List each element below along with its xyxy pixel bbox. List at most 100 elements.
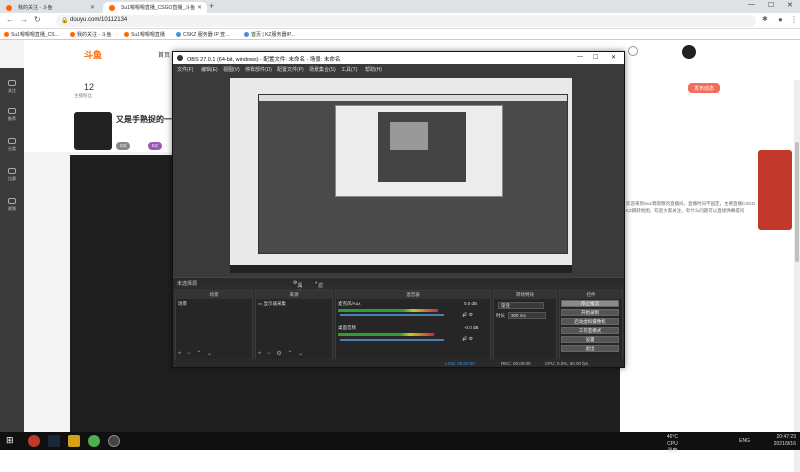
preview-area[interactable]: [173, 73, 624, 277]
exit-button[interactable]: 退出: [561, 345, 619, 352]
forward-icon[interactable]: →: [20, 15, 28, 24]
douyu-favicon-icon: [6, 5, 12, 11]
source-toolbar: 未选择源 ⚙ 属性 ◐ 滤镜: [173, 277, 624, 296]
windows-taskbar: ⊞ 46°C CPU温度 ENG 20:47:23 2021/9/16: [0, 432, 800, 454]
lock-icon: 🔒: [61, 18, 69, 24]
volume-slider[interactable]: [340, 339, 444, 341]
scene-controls[interactable]: + − ⌃ ⌄: [178, 350, 214, 357]
speaker-icon[interactable]: 🔊 ⚙: [462, 336, 473, 342]
mixer-panel: 混音器 麦克风/Aux 0.0 dB 🔊 ⚙ 桌面音频 -0.0 dB 🔊 ⚙: [335, 290, 491, 360]
language-indicator[interactable]: ENG: [739, 438, 750, 445]
search-icon[interactable]: [628, 46, 638, 56]
filters-button[interactable]: ◐ 滤镜: [315, 280, 323, 296]
live-timer: LIVE: 00:00:00: [445, 361, 475, 366]
bookmark-item[interactable]: 首页 | KZ服务器IP...: [244, 31, 295, 38]
source-item[interactable]: ▭ 显示器采集: [258, 301, 286, 307]
app-icon-yellow[interactable]: [68, 435, 80, 447]
reload-icon[interactable]: ↻: [34, 15, 41, 24]
menu-docks[interactable]: 停靠部件(D): [245, 66, 272, 73]
audio-meter: [338, 333, 434, 336]
tab-label: Su1嗯嗯嗯直播_CSGO直播_斗鱼: [121, 5, 196, 11]
panel-header: 转场特效: [494, 291, 556, 299]
scene-item[interactable]: 场景: [178, 301, 187, 307]
back-icon[interactable]: ←: [6, 15, 14, 24]
obs-titlebar: OBS 27.0.1 (64-bit, windows) - 配置文件: 未命名…: [173, 52, 624, 64]
menu-help[interactable]: 帮助(H): [365, 66, 382, 73]
promo-banner[interactable]: [758, 150, 792, 230]
minimize-icon[interactable]: —: [748, 1, 755, 8]
sidebar-item-match[interactable]: 比赛: [2, 168, 22, 182]
tab-my-follow[interactable]: 我的关注 - 斗鱼 ✕: [0, 2, 100, 13]
mixer-channel-db: 0.0 dB: [464, 301, 478, 306]
minimize-icon[interactable]: —: [577, 54, 583, 60]
douyu-favicon-icon: [109, 5, 115, 11]
stop-streaming-button[interactable]: 停止推流: [561, 300, 619, 307]
studio-mode-button[interactable]: 工作室模式: [561, 327, 619, 334]
bookmark-item[interactable]: CSKZ 服务器 IP 查...: [176, 31, 229, 38]
tab-stream-room[interactable]: Su1嗯嗯嗯直播_CSGO直播_斗鱼 ✕: [103, 2, 207, 13]
new-tab-icon[interactable]: +: [209, 1, 214, 11]
obs-taskbar-icon[interactable]: [108, 435, 120, 447]
menu-scene-collection[interactable]: 场景集合(S): [309, 66, 336, 73]
steam-icon[interactable]: [48, 435, 60, 447]
audio-meter: [338, 309, 438, 312]
preview-canvas: [230, 78, 572, 273]
close-tab-icon[interactable]: ✕: [197, 4, 202, 11]
address-bar[interactable]: 🔒 douyu.com/10112134: [56, 15, 756, 27]
windows-start-icon[interactable]: ⊞: [6, 435, 18, 447]
menu-tools[interactable]: 工具(T): [341, 66, 357, 73]
nested-screen-capture: [258, 94, 568, 254]
bookmark-item[interactable]: 我的关注 - 斗鱼: [70, 31, 111, 38]
menu-file[interactable]: 文件(F): [177, 66, 193, 73]
close-icon[interactable]: ✕: [611, 54, 616, 61]
url-text: douyu.com/10112134: [70, 17, 128, 23]
properties-button[interactable]: ⚙ 属性: [293, 280, 303, 296]
bookmark-item[interactable]: Su1嗯嗯嗯直播: [124, 31, 165, 38]
panel-header: 来源: [256, 291, 332, 299]
site-logo[interactable]: 斗鱼: [84, 48, 102, 61]
sidebar-item-video[interactable]: 视频: [2, 198, 22, 212]
transition-select[interactable]: 渐变: [498, 302, 544, 309]
mixer-channel-db: -0.0 dB: [464, 325, 479, 330]
obs-statusbar: LIVE: 00:00:00 REC: 00:00:00 CPU: 0.0%, …: [173, 359, 624, 367]
bookmark-item[interactable]: Su1嗯嗯嗯直播_CS...: [4, 31, 59, 38]
nav-home[interactable]: 首页: [158, 50, 170, 59]
obs-title-text: OBS 27.0.1 (64-bit, windows) - 配置文件: 未命名…: [187, 57, 341, 63]
duration-input[interactable]: 300 ms: [508, 312, 546, 319]
sidebar-item-recommend[interactable]: 推荐: [2, 108, 22, 122]
sidebar-item-category[interactable]: 分类: [2, 138, 22, 152]
app-icon-netease[interactable]: [28, 435, 40, 447]
obs-window: OBS 27.0.1 (64-bit, windows) - 配置文件: 未命名…: [172, 51, 625, 368]
room-intro: 欢迎来到Su1嗯嗯嗯的直播间，直播时间不固定，主要直播CSGO KZ跳跃地图，欢…: [626, 201, 756, 213]
sources-panel: 来源 ▭ 显示器采集 👁 + − ⚙ ⌃ ⌄: [255, 290, 402, 360]
extensions-icon[interactable]: ✱: [762, 15, 768, 23]
menu-icon[interactable]: ⋮: [790, 15, 798, 24]
profile-icon[interactable]: ●: [778, 15, 783, 24]
clock[interactable]: 20:47:23 2021/9/16: [774, 434, 796, 448]
streamer-avatar[interactable]: [74, 112, 112, 150]
maximize-icon[interactable]: ☐: [768, 1, 774, 9]
menu-edit[interactable]: 编辑(E): [201, 66, 218, 73]
virtual-camera-button[interactable]: 启动虚拟摄像机: [561, 318, 619, 325]
nested-obs-window: [335, 105, 503, 197]
cpu-temp: 46°C CPU温度: [666, 434, 678, 454]
menu-view[interactable]: 视图(V): [223, 66, 240, 73]
browser-toolbar: ← → ↻ 🔒 douyu.com/10112134 ✱ ● ⋮: [0, 13, 800, 29]
close-tab-icon[interactable]: ✕: [90, 4, 95, 11]
nested-preview: [378, 112, 466, 182]
chrome-icon[interactable]: [88, 435, 100, 447]
sidebar-item-follow[interactable]: 关注: [2, 80, 22, 94]
post-button[interactable]: 发布动态: [688, 83, 721, 93]
panel-header: 混音器: [336, 291, 490, 299]
user-avatar[interactable]: [682, 45, 696, 59]
menu-profile[interactable]: 配置文件(P): [277, 66, 304, 73]
start-recording-button[interactable]: 开始录制: [561, 309, 619, 316]
speaker-icon[interactable]: 🔊 ⚙: [462, 312, 473, 318]
rec-timer: REC: 00:00:00: [501, 361, 531, 366]
page-scrollbar[interactable]: [794, 80, 800, 472]
volume-slider[interactable]: [340, 314, 444, 316]
source-controls[interactable]: + − ⚙ ⌃ ⌄: [258, 350, 305, 357]
maximize-icon[interactable]: ☐: [593, 54, 598, 61]
close-window-icon[interactable]: ✕: [787, 1, 793, 9]
settings-button[interactable]: 设置: [561, 336, 619, 343]
